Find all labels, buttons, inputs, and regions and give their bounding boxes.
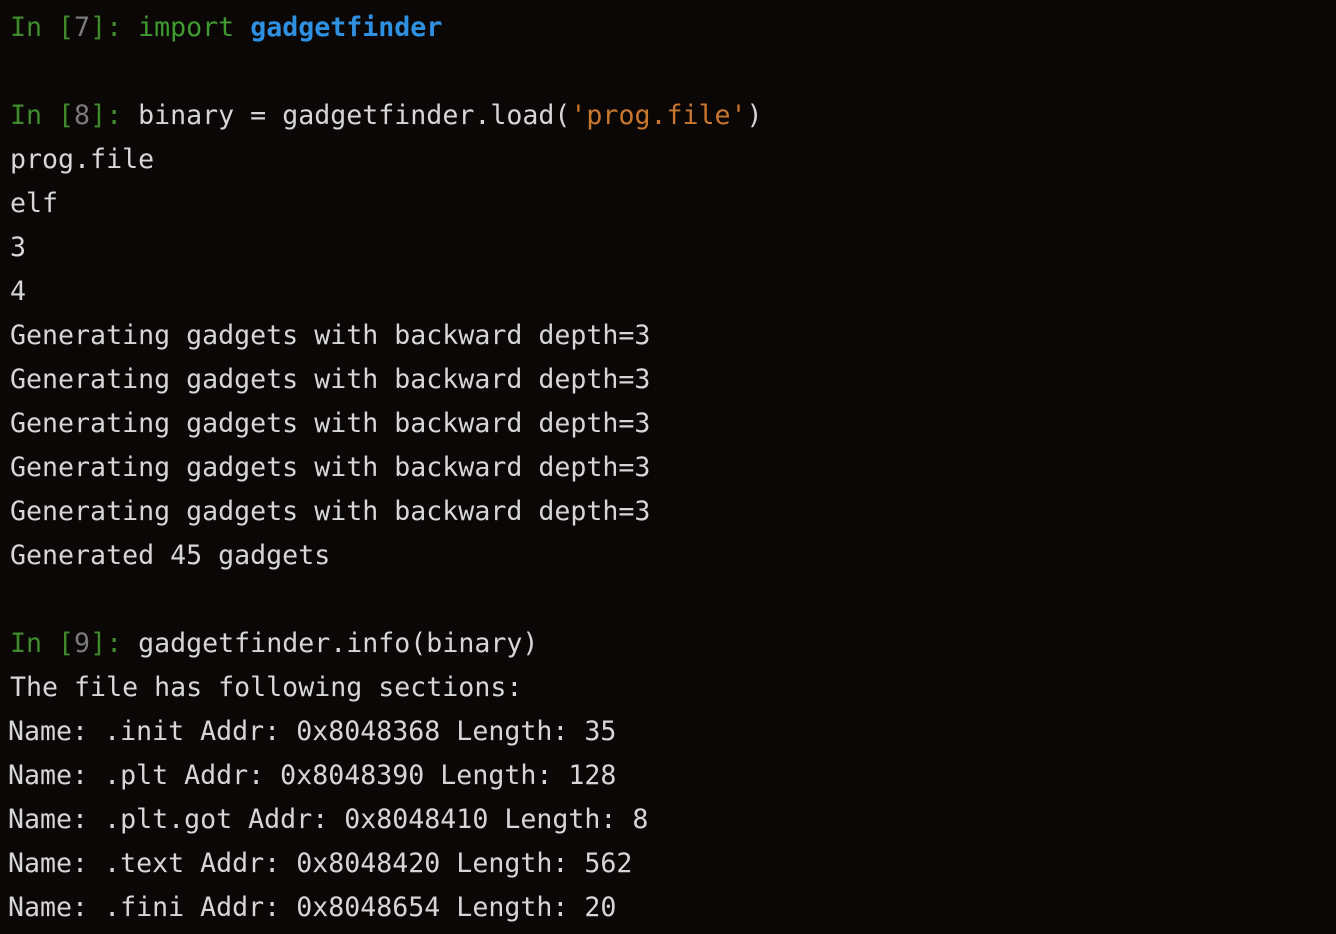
module-name: gadgetfinder <box>250 12 443 43</box>
import-keyword: import <box>138 12 235 43</box>
section-line: Name: .fini Addr: 0x8048654 Length: 20 <box>8 892 617 923</box>
output-line: Generating gadgets with backward depth=3 <box>10 452 651 483</box>
output-line: elf <box>10 188 59 219</box>
output-line: Generating gadgets with backward depth=3 <box>10 496 651 527</box>
output-line: Generated 45 gadgets <box>10 540 331 571</box>
input-line-9: In [9]: gadgetfinder.info(binary) <box>10 622 1336 666</box>
prompt-close: ]: <box>90 628 139 659</box>
output-header: The file has following sections: <box>10 672 523 703</box>
output-line: Generating gadgets with backward depth=3 <box>10 408 651 439</box>
section-line: Name: .plt.got Addr: 0x8048410 Length: 8 <box>8 804 649 835</box>
ipython-terminal[interactable]: In [7]: import gadgetfinder In [8]: bina… <box>0 0 1336 934</box>
section-line: Name: .plt Addr: 0x8048390 Length: 128 <box>8 760 617 791</box>
input-line-7: In [7]: import gadgetfinder <box>10 6 1336 50</box>
prompt-close: ]: <box>90 100 139 131</box>
code-call: gadgetfinder.info(binary) <box>138 628 539 659</box>
prompt-in: In [ <box>10 100 75 131</box>
prompt-close: ]: <box>90 12 139 43</box>
code-string: 'prog.file' <box>570 100 747 131</box>
output-line: 3 <box>10 232 27 263</box>
prompt-in: In [ <box>10 628 75 659</box>
prompt-number: 9 <box>74 628 91 659</box>
output-line: Generating gadgets with backward depth=3 <box>10 320 651 351</box>
section-line: Name: .init Addr: 0x8048368 Length: 35 <box>8 716 617 747</box>
code-call: binary = gadgetfinder.load( <box>138 100 571 131</box>
prompt-number: 7 <box>74 12 91 43</box>
output-line: Generating gadgets with backward depth=3 <box>10 364 651 395</box>
code-paren: ) <box>746 100 763 131</box>
input-line-8: In [8]: binary = gadgetfinder.load('prog… <box>10 94 1336 138</box>
prompt-number: 8 <box>74 100 91 131</box>
output-line: 4 <box>10 276 27 307</box>
prompt-in: In [ <box>10 12 75 43</box>
section-line: Name: .text Addr: 0x8048420 Length: 562 <box>8 848 633 879</box>
output-line: prog.file <box>10 144 155 175</box>
